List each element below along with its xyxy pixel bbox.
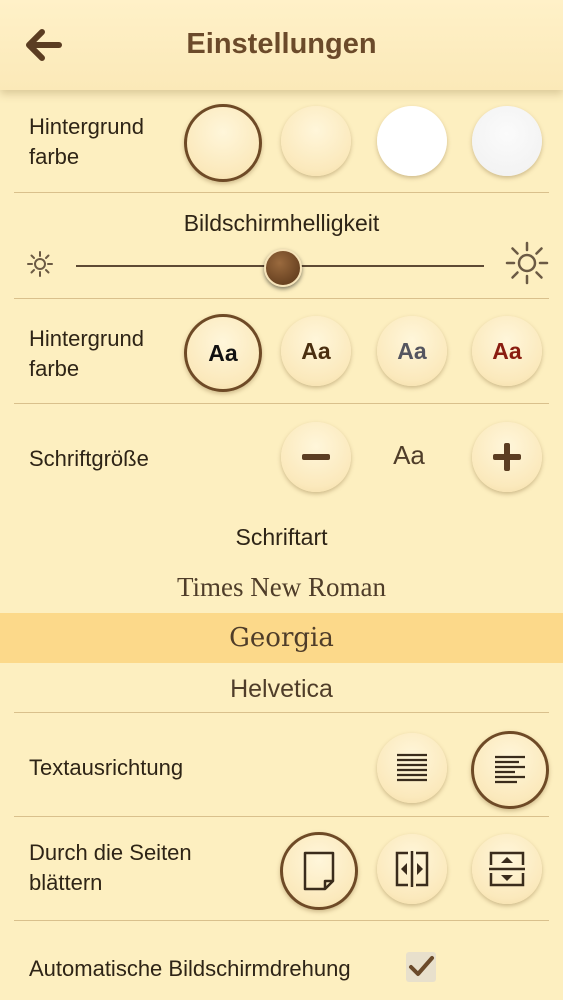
auto-rotation-checkbox[interactable] — [406, 952, 436, 982]
background-option-light-cream[interactable] — [281, 106, 351, 176]
page-turn-label: Durch die Seiten blättern — [29, 840, 192, 895]
page-turn-curl-button[interactable] — [280, 832, 358, 910]
text-color-option-gray[interactable]: Aa — [377, 316, 447, 386]
font-size-decrease-button[interactable] — [281, 422, 351, 492]
plus-icon — [493, 443, 521, 471]
text-color-label: Hintergrund farbe — [29, 326, 144, 381]
font-option-helvetica[interactable]: Helvetica — [0, 664, 563, 714]
text-color-option-black[interactable]: Aa — [184, 314, 262, 392]
brightness-slider-knob[interactable] — [264, 249, 302, 287]
auto-rotation-label: Automatische Bildschirmdrehung — [29, 956, 351, 981]
divider — [14, 298, 549, 299]
background-color-label: Hintergrund farbe — [29, 114, 144, 169]
brightness-title: Bildschirmhelligkeit — [183, 210, 380, 236]
header: Einstellungen — [0, 0, 563, 90]
font-option-times-new-roman[interactable]: Times New Roman — [0, 562, 563, 612]
font-size-label: Schriftgröße — [29, 446, 149, 471]
divider — [14, 403, 549, 404]
text-color-option-brown[interactable]: Aa — [281, 316, 351, 386]
align-justify-button[interactable] — [377, 733, 447, 803]
minus-icon — [302, 454, 330, 460]
background-option-grain[interactable] — [472, 106, 542, 176]
sun-small-icon — [27, 251, 53, 277]
divider — [14, 712, 549, 713]
sun-large-icon — [505, 241, 549, 285]
font-size-sample: Aa — [393, 440, 425, 470]
page-turn-horizontal-button[interactable] — [377, 834, 447, 904]
page-curl-icon — [303, 851, 335, 891]
checkmark-icon — [409, 956, 434, 976]
align-left-button[interactable] — [471, 731, 549, 809]
text-color-option-red[interactable]: Aa — [472, 316, 542, 386]
background-option-white[interactable] — [377, 106, 447, 176]
text-color-sample: Aa — [397, 337, 427, 364]
text-color-sample: Aa — [301, 337, 331, 364]
text-alignment-label: Textausrichtung — [29, 755, 184, 780]
text-color-sample: Aa — [492, 337, 522, 364]
vertical-scroll-icon — [489, 851, 525, 887]
font-option-georgia[interactable]: Georgia — [0, 613, 563, 663]
divider — [14, 816, 549, 817]
background-option-cream[interactable] — [184, 104, 262, 182]
align-justify-icon — [397, 753, 427, 782]
divider — [14, 192, 549, 193]
page-turn-vertical-button[interactable] — [472, 834, 542, 904]
align-left-icon — [495, 755, 525, 784]
horizontal-slide-icon — [395, 851, 429, 887]
text-color-sample: Aa — [208, 339, 238, 366]
font-family-title: Schriftart — [235, 524, 328, 550]
page-title: Einstellungen — [186, 28, 377, 60]
font-size-increase-button[interactable] — [472, 422, 542, 492]
divider — [14, 920, 549, 921]
